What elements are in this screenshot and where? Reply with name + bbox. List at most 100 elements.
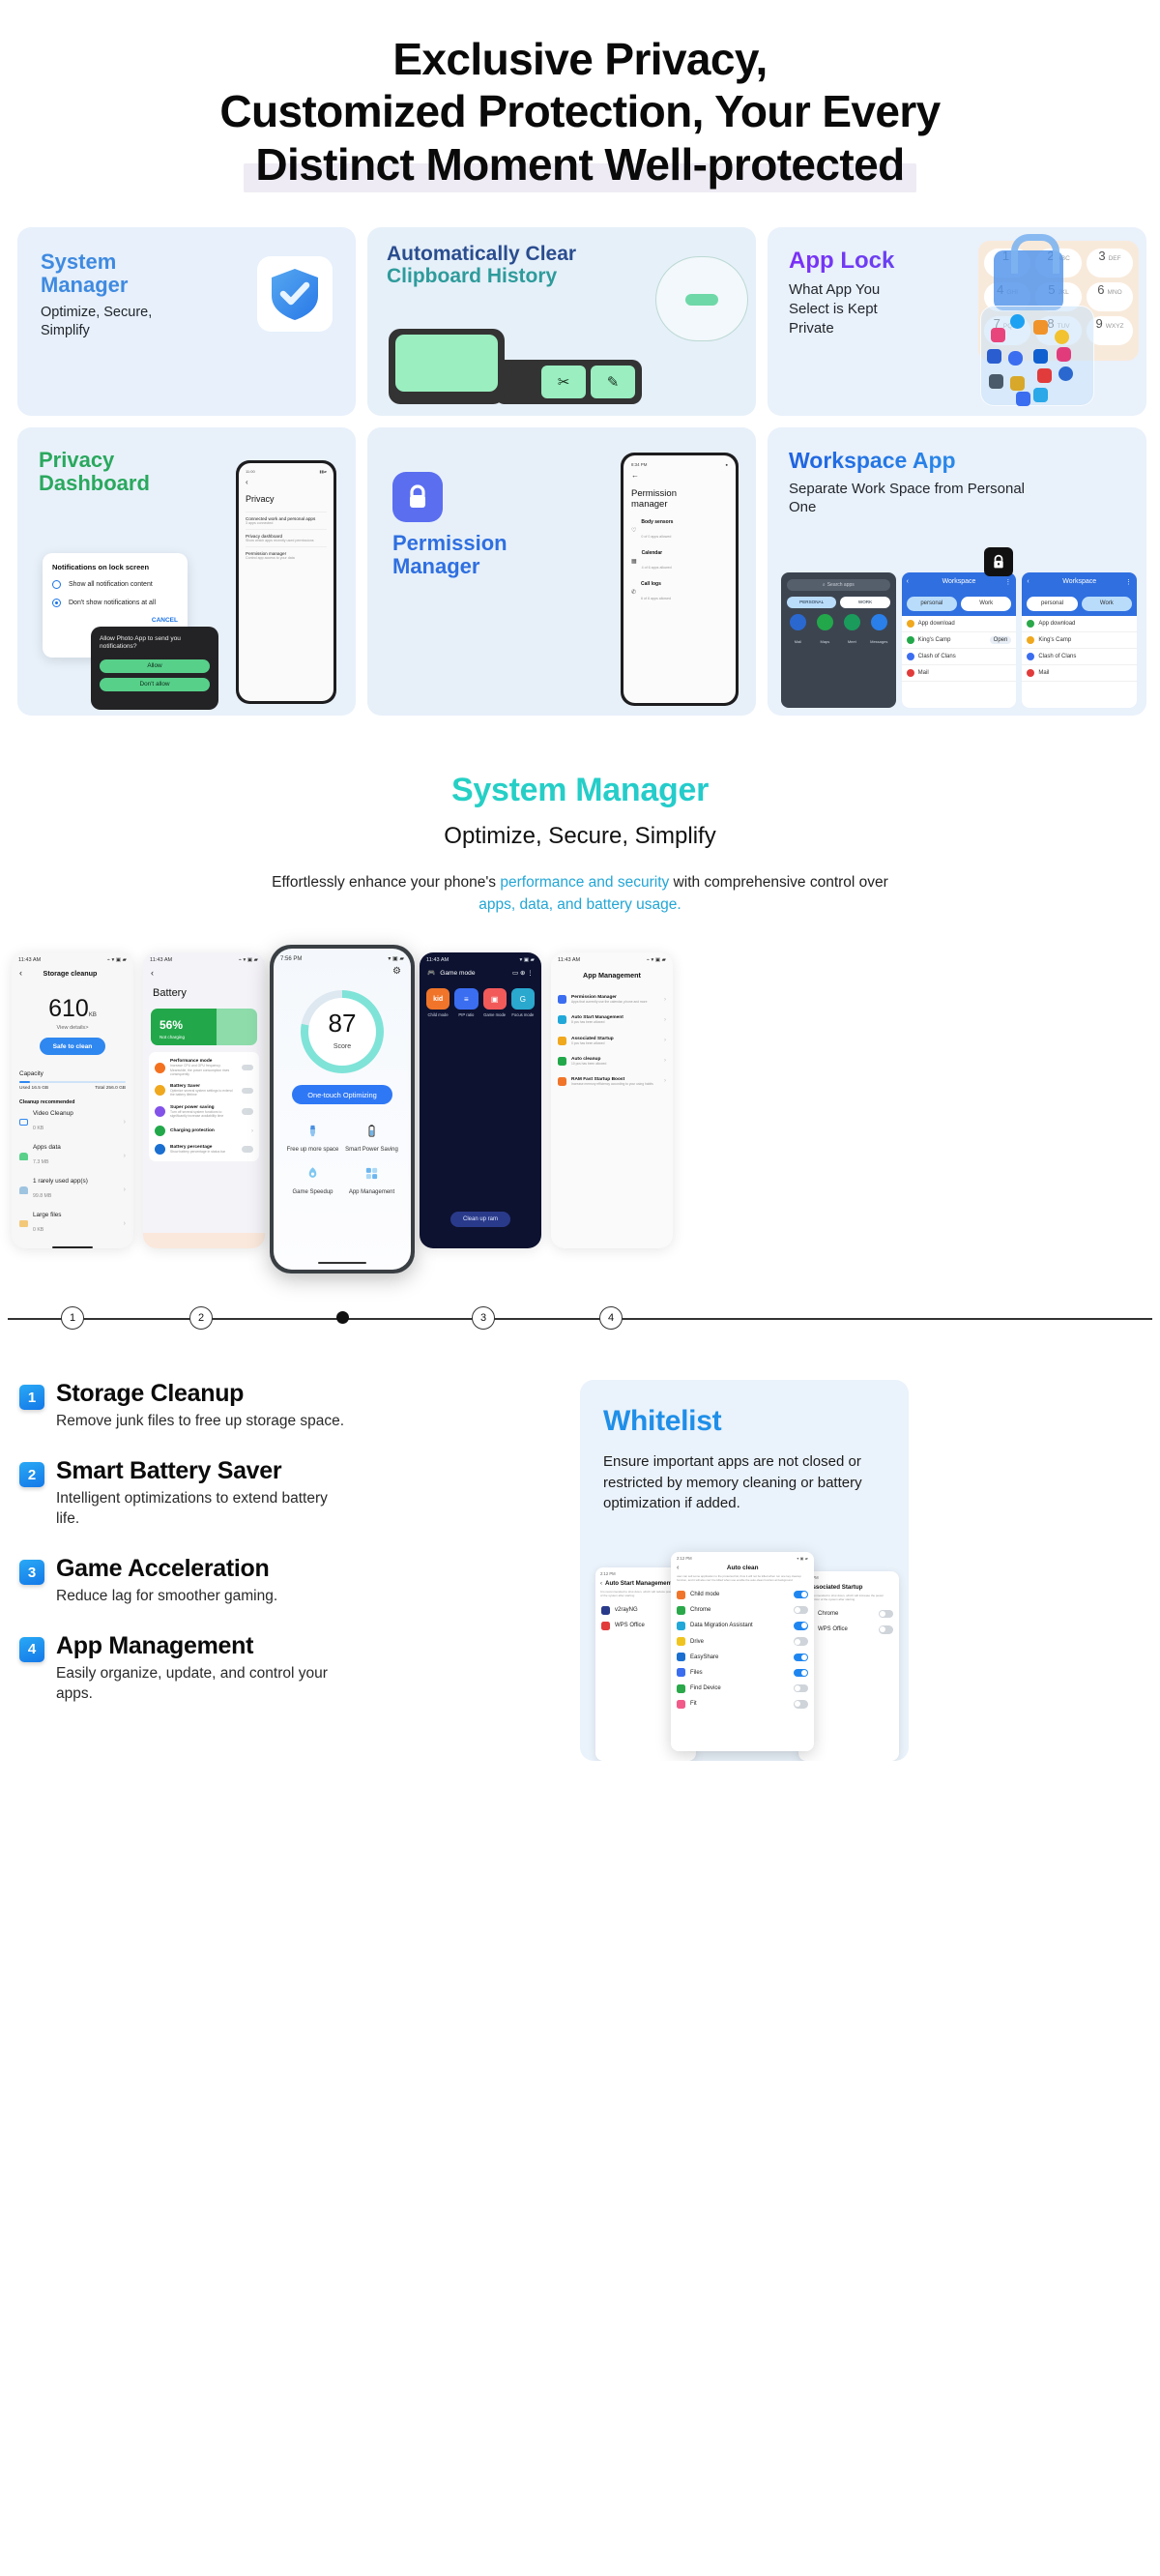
wl-mid-item-3[interactable]: Drive <box>671 1634 814 1650</box>
p1-safe-to-clean-button[interactable]: Safe to clean <box>40 1038 105 1056</box>
toggle-off[interactable] <box>794 1605 808 1615</box>
card-workspace-app[interactable]: Workspace App Separate Work Space from P… <box>768 426 1146 716</box>
tab-work[interactable]: WORK <box>840 596 890 608</box>
p3-action-2[interactable]: Game Speedup <box>283 1166 342 1195</box>
perm-row-0[interactable]: ♡ Body sensors 0 of 0 apps allowed <box>631 519 728 542</box>
wl-mid-item-6[interactable]: Find Device <box>671 1681 814 1696</box>
toggle-off[interactable] <box>794 1683 808 1693</box>
p4-tile-1[interactable]: ≡ PIP ratio <box>454 988 478 1017</box>
p1-item-0[interactable]: Video Cleanup 0 KB › <box>19 1105 126 1139</box>
wl-mid-item-2[interactable]: Data Migration Assistant <box>671 1618 814 1633</box>
pagination-dot-1[interactable]: 1 <box>61 1306 84 1331</box>
app-icon-2 <box>1033 319 1048 335</box>
p4-tile-3[interactable]: G Focus mode <box>510 988 535 1017</box>
toggle-off[interactable] <box>879 1625 893 1634</box>
perm-back-arrow-icon[interactable]: ← <box>631 471 728 480</box>
card-privacy-dashboard[interactable]: Privacy Dashboard 11:00 ▮▮▰ ‹ Privacy Con… <box>17 426 356 716</box>
p5-item-2[interactable]: Associated Startup 0 pcs has been allowed… <box>558 1031 666 1051</box>
ws-row2-2[interactable]: Clash of Clans <box>1022 649 1138 665</box>
ws-row-1[interactable]: King's Camp Open <box>901 632 1017 649</box>
home-app-messages[interactable]: Messages <box>868 613 890 648</box>
ws-row-0[interactable]: App download <box>901 616 1017 632</box>
section-description: Effortlessly enhance your phone's perfor… <box>0 871 1160 917</box>
ws-row2-3[interactable]: Mail <box>1022 665 1138 682</box>
p1-capacity-bar <box>19 1081 126 1084</box>
tab-personal[interactable]: PERSONAL <box>787 596 837 608</box>
card-permission-manager[interactable]: Permission Manager 8:34 PM ● ← Permission… <box>367 426 756 716</box>
priv-row-1[interactable]: Privacy dashboard Show which apps recent… <box>246 528 327 546</box>
home-app-meet[interactable]: Meet <box>841 613 863 648</box>
ws-tab-work-2[interactable]: Work <box>1081 596 1133 611</box>
pagination-dot-4[interactable]: 4 <box>599 1306 623 1331</box>
toggle-on[interactable] <box>794 1590 808 1599</box>
wl-mid-item-1[interactable]: Chrome <box>671 1602 814 1618</box>
ws-row2-0[interactable]: App download <box>1022 616 1138 632</box>
p1-view-details[interactable]: View details> <box>12 1025 133 1031</box>
p3-action-1[interactable]: Smart Power Saving <box>342 1124 401 1153</box>
ws-row-2[interactable]: Clash of Clans <box>901 649 1017 665</box>
toggle-off[interactable] <box>879 1609 893 1619</box>
card-system-manager[interactable]: System Manager Optimize, Secure, Simplif… <box>17 226 356 416</box>
p5-item-1[interactable]: Auto Start Management 8 pcs has been allo… <box>558 1010 666 1030</box>
p4-tile-2[interactable]: ▣ Game mode <box>482 988 507 1017</box>
p3-action-3[interactable]: App Management <box>342 1166 401 1195</box>
dont-allow-button[interactable]: Don't allow <box>100 677 210 691</box>
p1-item-2[interactable]: 1 rarely used app(s) 99.8 MB › <box>19 1173 126 1207</box>
toggle-on[interactable] <box>794 1668 808 1678</box>
ws-row-3[interactable]: Mail <box>901 665 1017 682</box>
radio-option-hide-all[interactable]: Don't show notifications at all <box>52 598 178 607</box>
wl-mid-item-4[interactable]: EasyShare <box>671 1650 814 1665</box>
one-touch-optimizing-button[interactable]: One-touch Optimizing <box>292 1085 392 1105</box>
cancel-button[interactable]: CANCEL <box>52 617 178 624</box>
toggle-off[interactable] <box>794 1700 808 1709</box>
back-arrow-icon[interactable]: ‹ <box>246 478 327 486</box>
radio-option-show-all[interactable]: Show all notification content <box>52 579 178 589</box>
p3-action-0[interactable]: Free up more space <box>283 1124 342 1153</box>
p2-item-3[interactable]: Charging protection › <box>149 1122 259 1140</box>
ws-tab-personal[interactable]: personal <box>906 596 958 611</box>
p3-score-value: 87 <box>328 1009 357 1039</box>
phone-battery: 11:43 AM ⌁ ▾ ▣ ▰ ‹ Battery 56% Not chargi… <box>143 952 265 1249</box>
toggle-on[interactable] <box>794 1653 808 1662</box>
p4-header-actions[interactable]: ▭ ⊕ ⋮ <box>512 969 534 977</box>
ws-tab-personal-2[interactable]: personal <box>1027 596 1078 611</box>
pagination-dot-2[interactable]: 2 <box>189 1306 213 1331</box>
p1-item-3[interactable]: Large files 0 KB › <box>19 1207 126 1241</box>
perm-row-1[interactable]: ▦ Calendar 4 of 6 apps allowed <box>631 550 728 573</box>
key-6[interactable]: 6 MNO <box>1087 281 1133 311</box>
key-3[interactable]: 3 DEF <box>1087 248 1133 278</box>
priv-row-0[interactable]: Connected work and personal apps 3 apps … <box>246 511 327 529</box>
p1-item-1[interactable]: Apps data 7.3 MB › <box>19 1139 126 1173</box>
p5-item-0[interactable]: Permission Manager Apps that currently us… <box>558 989 666 1010</box>
wl-left-back-icon[interactable]: ‹ <box>600 1581 602 1587</box>
clean-up-ram-button[interactable]: Clean up ram <box>450 1212 510 1228</box>
priv-row-2[interactable]: Permission manager Control app access to… <box>246 545 327 564</box>
wl-mid-item-7[interactable]: Fit <box>671 1696 814 1712</box>
ws-row2-1[interactable]: King's Camp <box>1022 632 1138 649</box>
card-clipboard-history[interactable]: Automatically Clear Clipboard History ✂ … <box>367 226 756 416</box>
p2-item-0[interactable]: Performance mode Increase CPU and GPU fre… <box>149 1055 259 1080</box>
settings-gear-icon[interactable]: ⚙ <box>274 962 411 977</box>
wl-mid-item-5[interactable]: Files <box>671 1665 814 1681</box>
home-app-mail[interactable]: Mail <box>787 613 809 648</box>
section-heading: System Manager <box>0 772 1160 809</box>
p2-item-4[interactable]: Battery percentage Show battery percentag… <box>149 1140 259 1158</box>
app-icon-youtube <box>1037 367 1052 383</box>
pagination-dot-3[interactable]: 3 <box>472 1306 495 1331</box>
search-input[interactable]: ⌕ Search apps <box>787 578 890 591</box>
p4-tile-0[interactable]: kid Child mode <box>426 988 450 1017</box>
pagination-dot-current[interactable] <box>336 1311 349 1325</box>
toggle-on[interactable] <box>794 1622 808 1630</box>
toggle-off[interactable] <box>794 1637 808 1646</box>
allow-button[interactable]: Allow <box>100 659 210 673</box>
p2-back-icon[interactable]: ‹ <box>143 963 265 978</box>
wl-mid-item-0[interactable]: Child mode <box>671 1587 814 1602</box>
p5-item-4[interactable]: RAM Fast Startup Boost Increase memory ef… <box>558 1071 666 1092</box>
p2-item-1[interactable]: Battery Saver Optimize several system set… <box>149 1080 259 1101</box>
card-app-lock[interactable]: 1 2ABC 3DEF 4GHI 5JKL 6MNO 7PQRS 8TUV 9W… <box>768 226 1146 416</box>
p2-item-2[interactable]: Super power saving Turn off several syste… <box>149 1101 259 1123</box>
p5-item-3[interactable]: Auto cleanup 10 pcs has been allowed › <box>558 1051 666 1071</box>
ws-tab-work[interactable]: Work <box>961 596 1012 611</box>
perm-row-2[interactable]: ✆ Call logs 6 of 6 apps allowed <box>631 581 728 604</box>
home-app-maps[interactable]: Maps <box>814 613 836 648</box>
